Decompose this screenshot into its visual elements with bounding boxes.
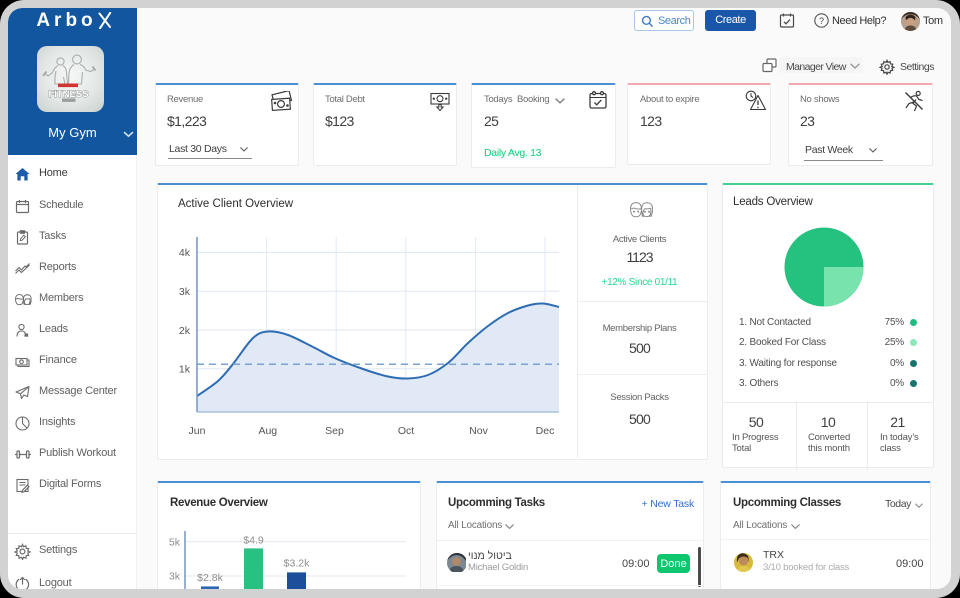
svg-text:FITNESS: FITNESS xyxy=(48,89,88,100)
svg-text:1k: 1k xyxy=(179,364,191,376)
svg-text:Nov: Nov xyxy=(469,425,488,437)
svg-text:3k: 3k xyxy=(169,571,181,583)
svg-text:5k: 5k xyxy=(169,537,181,549)
svg-text:Jun: Jun xyxy=(189,425,206,437)
svg-text:2k: 2k xyxy=(179,325,191,337)
svg-text:Sep: Sep xyxy=(325,425,344,437)
svg-text:Aug: Aug xyxy=(258,425,277,437)
svg-text:$3.2k: $3.2k xyxy=(284,558,310,570)
svg-text:$4.9: $4.9 xyxy=(243,535,264,547)
svg-text:?: ? xyxy=(819,16,824,26)
svg-text:$2.8k: $2.8k xyxy=(197,572,223,584)
svg-text:4k: 4k xyxy=(179,247,191,259)
svg-text:Dec: Dec xyxy=(536,425,555,437)
svg-text:3k: 3k xyxy=(179,286,191,298)
svg-text:Oct: Oct xyxy=(398,425,414,437)
